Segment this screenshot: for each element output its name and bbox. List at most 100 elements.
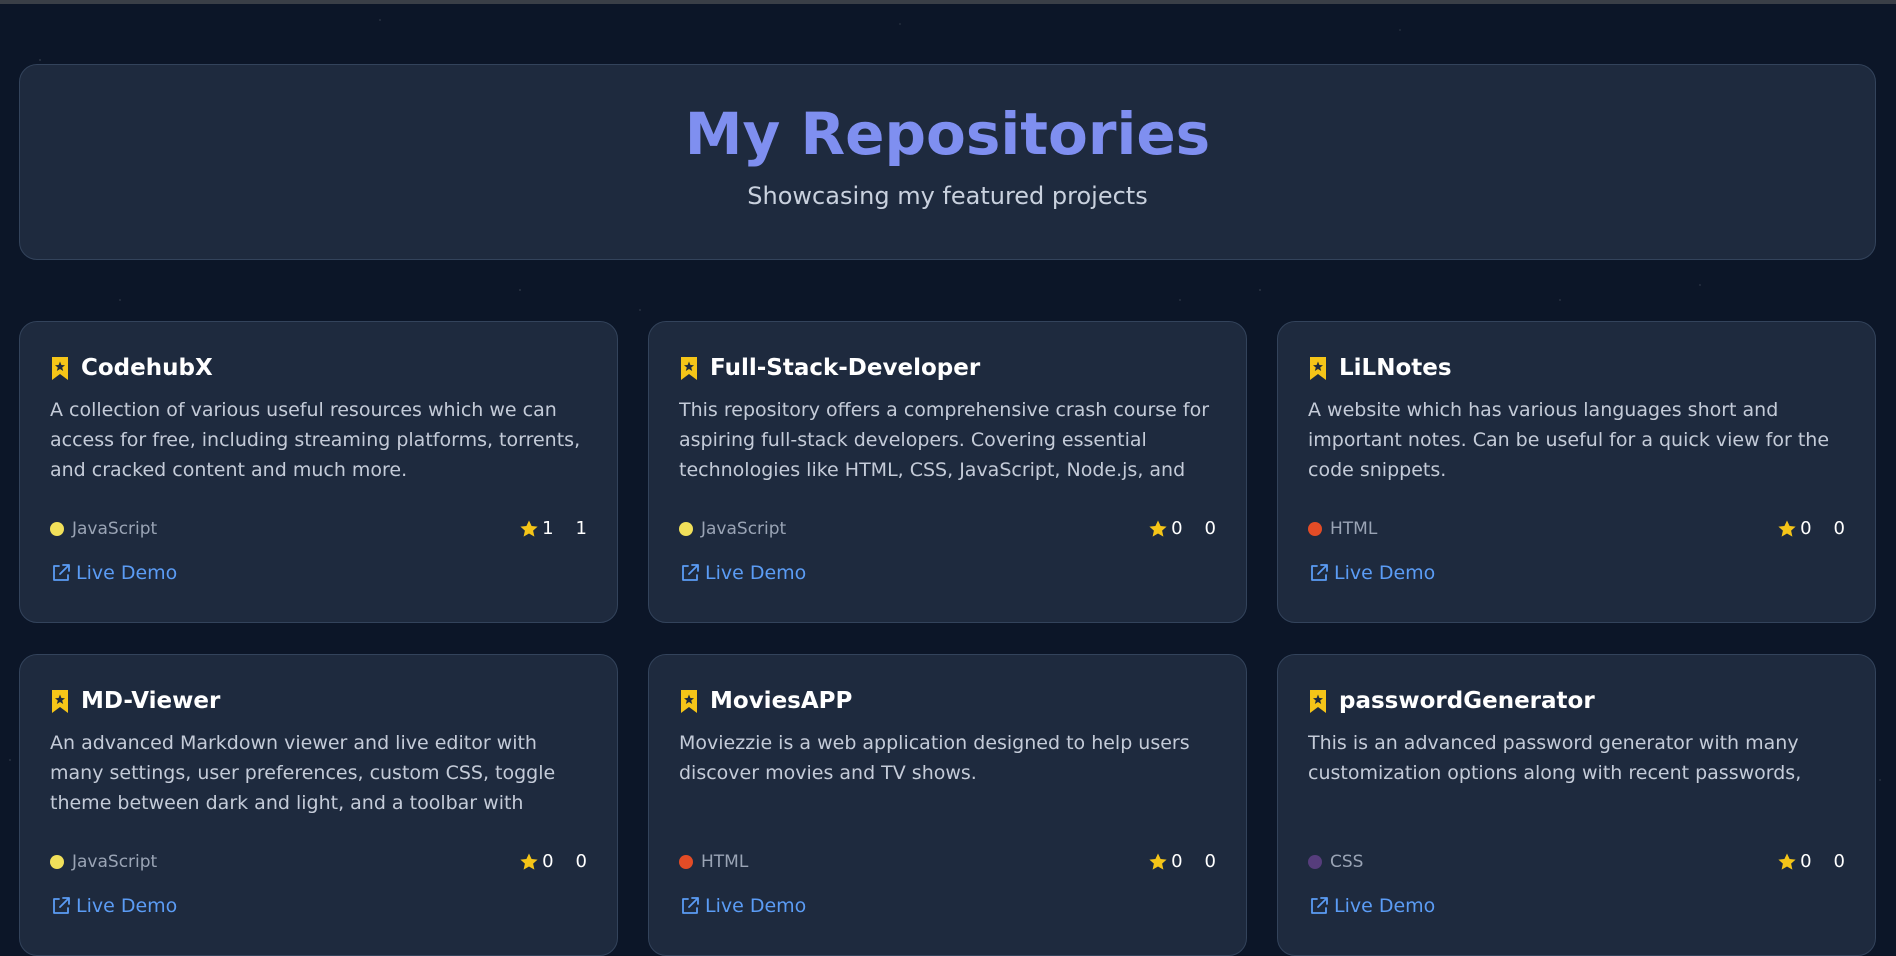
live-demo-link[interactable]: Live Demo [679,895,806,917]
language-color-dot [679,854,693,869]
stars-count: 0 [1171,851,1183,872]
repo-description: A website which has various languages sh… [1308,399,1830,481]
language-label: JavaScript [72,518,158,539]
stars-stat: 0 [1777,851,1812,872]
repo-stats: 0 0 [1777,851,1845,872]
repo-stats: 0 0 [1148,851,1216,872]
bookmark-star-icon [681,689,697,713]
stars-count: 0 [1800,851,1812,872]
live-demo-label[interactable]: Live Demo [705,895,806,917]
star-icon [1149,520,1167,537]
language-label: JavaScript [701,518,787,539]
forks-count: 0 [1204,851,1216,872]
star-icon [520,853,538,870]
stars-count: 0 [542,851,554,872]
stars-count: 0 [1171,518,1183,539]
repo-language: HTML [679,852,748,872]
stars-stat: 0 [1148,851,1183,872]
live-demo-link[interactable]: Live Demo [50,895,177,917]
language-color-dot [50,854,64,869]
repo-card-md-viewer[interactable]: MD-Viewer An advanced Markdown viewer an… [19,654,618,956]
repo-meta: JavaScript 0 0 [50,851,587,872]
external-link-icon [53,897,70,914]
repo-description: A collection of various useful resources… [50,399,581,481]
repo-name[interactable]: Full-Stack-Developer [710,355,980,381]
stars-stat: 0 [519,851,554,872]
repo-stats: 1 1 [519,518,587,539]
bookmark-star-icon [1310,356,1326,380]
repo-stats: 0 0 [1148,518,1216,539]
repo-description: An advanced Markdown viewer and live edi… [50,732,556,814]
repo-card-codehubx[interactable]: CodehubX A collection of various useful … [19,321,618,623]
repo-stats: 0 0 [519,851,587,872]
forks-count: 0 [1204,518,1216,539]
bookmark-star-icon [52,356,68,380]
repo-card-header: CodehubX [50,353,587,383]
live-demo-link[interactable]: Live Demo [1308,895,1435,917]
repo-meta: JavaScript 1 1 [50,518,587,539]
external-link-icon [1311,564,1328,581]
language-color-dot [1308,521,1322,536]
forks-count: 1 [575,518,587,539]
repo-card-passwordgenerator[interactable]: passwordGenerator This is an advanced pa… [1277,654,1876,956]
repo-card-header: LiLNotes [1308,353,1845,383]
live-demo-link[interactable]: Live Demo [679,562,806,584]
stars-count: 1 [542,518,554,539]
stars-stat: 1 [519,518,554,539]
repo-card-header: passwordGenerator [1308,686,1845,716]
external-link-icon [682,564,699,581]
external-link-icon [53,564,70,581]
repo-card-full-stack-developer[interactable]: Full-Stack-Developer This repository off… [648,321,1247,623]
bookmark-star-icon [1310,689,1326,713]
language-label: HTML [1330,518,1378,539]
repo-description: This is an advanced password generator w… [1308,732,1802,784]
language-color-dot [679,521,693,536]
live-demo-link[interactable]: Live Demo [50,562,177,584]
repo-stats: 0 0 [1777,518,1845,539]
stars-stat: 0 [1148,518,1183,539]
repo-grid: CodehubX A collection of various useful … [19,321,1876,956]
repo-name[interactable]: passwordGenerator [1339,688,1595,714]
star-icon [1778,520,1796,537]
bookmark-star-icon [52,689,68,713]
language-label: CSS [1330,851,1364,872]
repo-card-moviesapp[interactable]: MoviesAPP Moviezzie is a web application… [648,654,1247,956]
repo-language: JavaScript [50,519,157,539]
page-title: My Repositories [684,100,1211,168]
repo-name[interactable]: LiLNotes [1339,355,1452,381]
star-icon [1778,853,1796,870]
external-link-icon [682,897,699,914]
page-header: My Repositories Showcasing my featured p… [19,64,1876,260]
live-demo-link[interactable]: Live Demo [1308,562,1435,584]
page-subtitle: Showcasing my featured projects [747,181,1148,210]
repo-card-header: MD-Viewer [50,686,587,716]
live-demo-label[interactable]: Live Demo [76,895,177,917]
repo-meta: CSS 0 0 [1308,851,1845,872]
repo-name[interactable]: MD-Viewer [81,688,220,714]
star-icon [520,520,538,537]
language-label: HTML [701,851,749,872]
live-demo-label[interactable]: Live Demo [76,562,177,584]
repo-card-header: MoviesAPP [679,686,1216,716]
forks-count: 0 [1833,518,1845,539]
repo-name[interactable]: MoviesAPP [710,688,852,714]
language-color-dot [50,521,64,536]
language-color-dot [1308,854,1322,869]
repo-language: HTML [1308,519,1377,539]
repo-meta: JavaScript 0 0 [679,518,1216,539]
star-icon [1149,853,1167,870]
repo-meta: HTML 0 0 [1308,518,1845,539]
repo-meta: HTML 0 0 [679,851,1216,872]
repo-description: This repository offers a comprehensive c… [679,399,1210,481]
live-demo-label[interactable]: Live Demo [1334,895,1435,917]
forks-count: 0 [575,851,587,872]
repo-name[interactable]: CodehubX [81,355,213,381]
live-demo-label[interactable]: Live Demo [1334,562,1435,584]
bookmark-star-icon [681,356,697,380]
repo-language: CSS [1308,852,1363,872]
repo-card-header: Full-Stack-Developer [679,353,1216,383]
repo-card-lilnotes[interactable]: LiLNotes A website which has various lan… [1277,321,1876,623]
live-demo-label[interactable]: Live Demo [705,562,806,584]
stars-stat: 0 [1777,518,1812,539]
repo-language: JavaScript [50,852,157,872]
